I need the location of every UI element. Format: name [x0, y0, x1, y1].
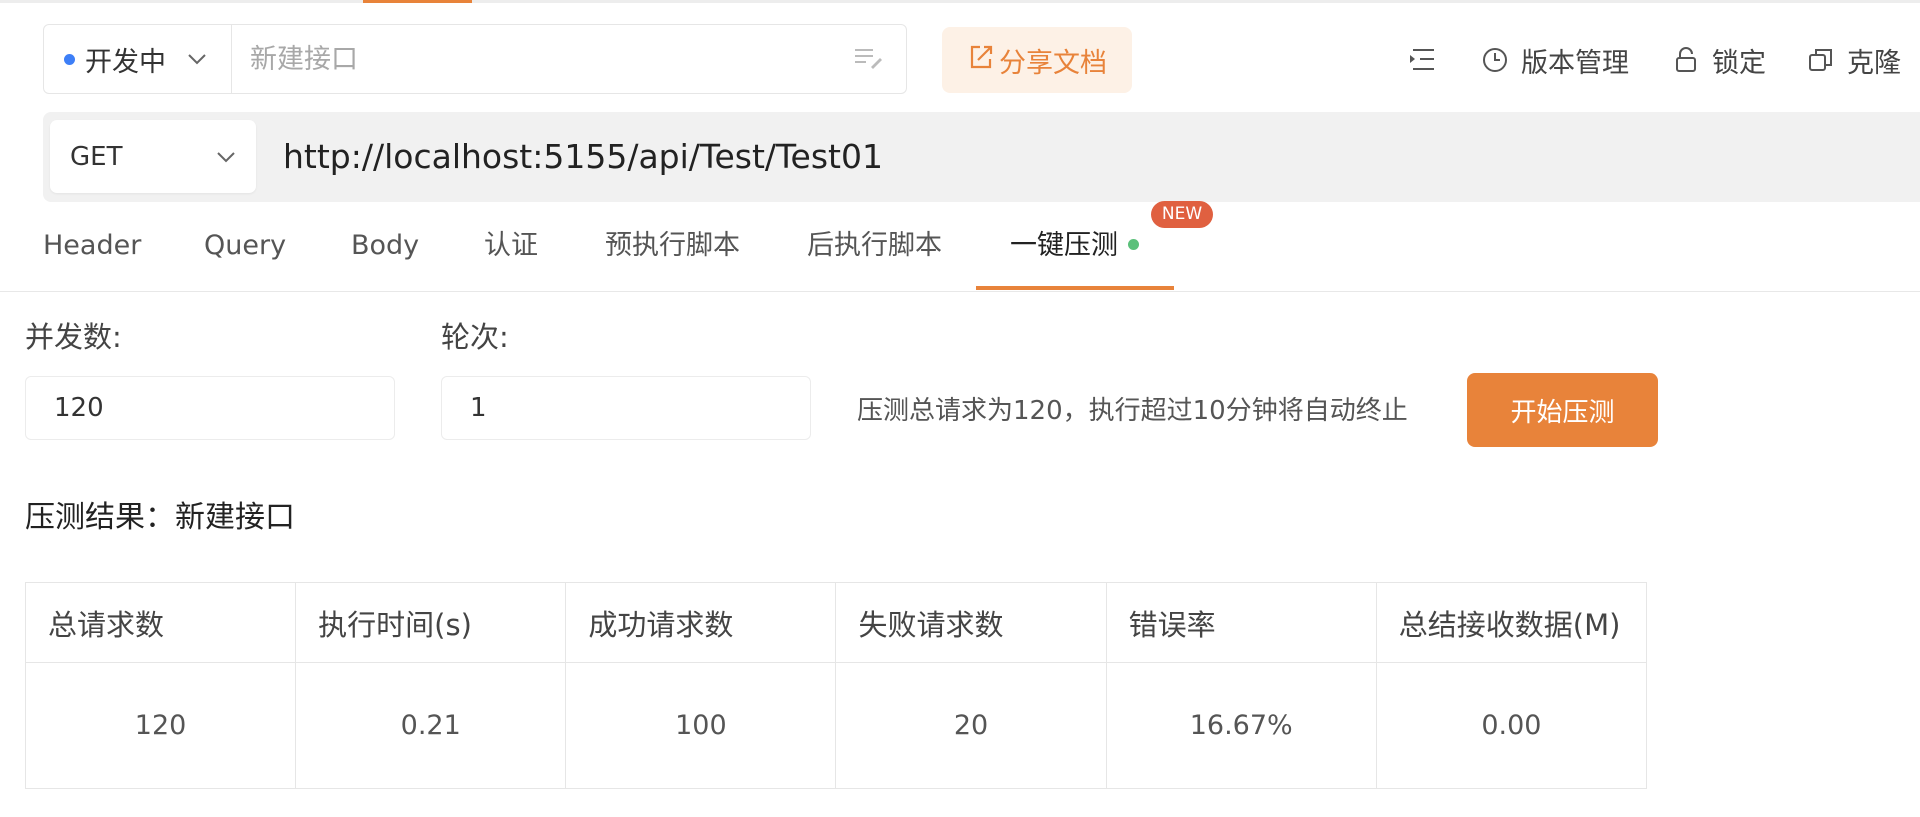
clone-label: 克隆	[1847, 47, 1901, 79]
edit-description-icon[interactable]	[854, 47, 884, 71]
unlock-icon	[1672, 46, 1712, 74]
api-name-input[interactable]	[232, 24, 854, 94]
concurrency-label: 并发数:	[25, 320, 122, 354]
clock-icon	[1481, 46, 1521, 74]
new-badge: NEW	[1151, 201, 1213, 228]
lock-label: 锁定	[1712, 47, 1766, 79]
results-title: 压测结果：新建接口	[25, 500, 295, 535]
column-header: 执行时间(s)	[295, 582, 567, 663]
column-header: 总结接收数据(M)	[1375, 582, 1648, 663]
results-header-row: 总请求数 执行时间(s) 成功请求数 失败请求数 错误率 总结接收数据(M)	[24, 582, 1648, 663]
outline-toggle[interactable]	[1408, 40, 1448, 80]
exec-time-cell: 0.21	[295, 662, 567, 789]
copy-icon	[1807, 46, 1847, 74]
clone-button[interactable]: 克隆	[1807, 40, 1901, 80]
column-header: 失败请求数	[835, 582, 1107, 663]
rounds-input[interactable]	[441, 376, 811, 440]
received-data-cell: 0.00	[1375, 662, 1648, 789]
total-requests-cell: 120	[24, 662, 297, 789]
http-method-label: GET	[70, 141, 123, 172]
column-header: 错误率	[1105, 582, 1377, 663]
failed-requests-cell: 20	[835, 662, 1107, 789]
tab-query[interactable]: Query	[204, 200, 286, 291]
column-header: 成功请求数	[565, 582, 837, 663]
share-icon	[967, 43, 999, 78]
tab-pre-script[interactable]: 预执行脚本	[605, 200, 740, 291]
top-border	[0, 0, 1920, 3]
error-rate-cell: 16.67%	[1105, 662, 1377, 789]
outline-icon	[1408, 47, 1448, 73]
stress-hint-text: 压测总请求为120，执行超过10分钟将自动终止	[857, 396, 1408, 426]
active-tab-underline	[976, 286, 1174, 290]
chevron-down-icon	[216, 151, 236, 163]
http-method-select[interactable]: GET	[50, 120, 256, 193]
status-dot	[64, 53, 75, 65]
tab-auth[interactable]: 认证	[484, 200, 538, 291]
success-requests-cell: 100	[565, 662, 837, 789]
status-label: 开发中	[85, 46, 166, 78]
start-stress-test-button[interactable]: 开始压测	[1467, 373, 1658, 447]
table-row: 120 0.21 100 20 16.67% 0.00	[24, 662, 1648, 789]
request-tabs: Header Query Body 认证 预执行脚本 后执行脚本 一键压测	[0, 200, 1920, 292]
live-status-dot	[1128, 239, 1139, 250]
share-doc-button[interactable]: 分享文档	[942, 27, 1132, 93]
status-select[interactable]: 开发中	[44, 25, 232, 93]
tab-stress-test[interactable]: 一键压测	[1010, 200, 1139, 291]
tab-stress-test-label: 一键压测	[1010, 230, 1118, 261]
tab-body[interactable]: Body	[351, 200, 419, 291]
column-header: 总请求数	[24, 582, 297, 663]
lock-button[interactable]: 锁定	[1672, 40, 1766, 80]
concurrency-input[interactable]	[25, 376, 395, 440]
tab-header[interactable]: Header	[43, 200, 141, 291]
results-table: 总请求数 执行时间(s) 成功请求数 失败请求数 错误率 总结接收数据(M) 1…	[24, 582, 1648, 789]
request-url-bar: GET http://localhost:5155/api/Test/Test0…	[43, 112, 1920, 202]
tab-post-script[interactable]: 后执行脚本	[807, 200, 942, 291]
share-doc-label: 分享文档	[999, 47, 1107, 79]
chevron-down-icon	[187, 53, 207, 65]
version-management-button[interactable]: 版本管理	[1481, 40, 1629, 80]
version-management-label: 版本管理	[1521, 47, 1629, 79]
request-url-input[interactable]: http://localhost:5155/api/Test/Test01	[283, 112, 883, 202]
api-name-bar: 开发中	[43, 24, 907, 94]
active-doc-tab-indicator	[363, 0, 472, 3]
rounds-label: 轮次:	[441, 320, 509, 354]
